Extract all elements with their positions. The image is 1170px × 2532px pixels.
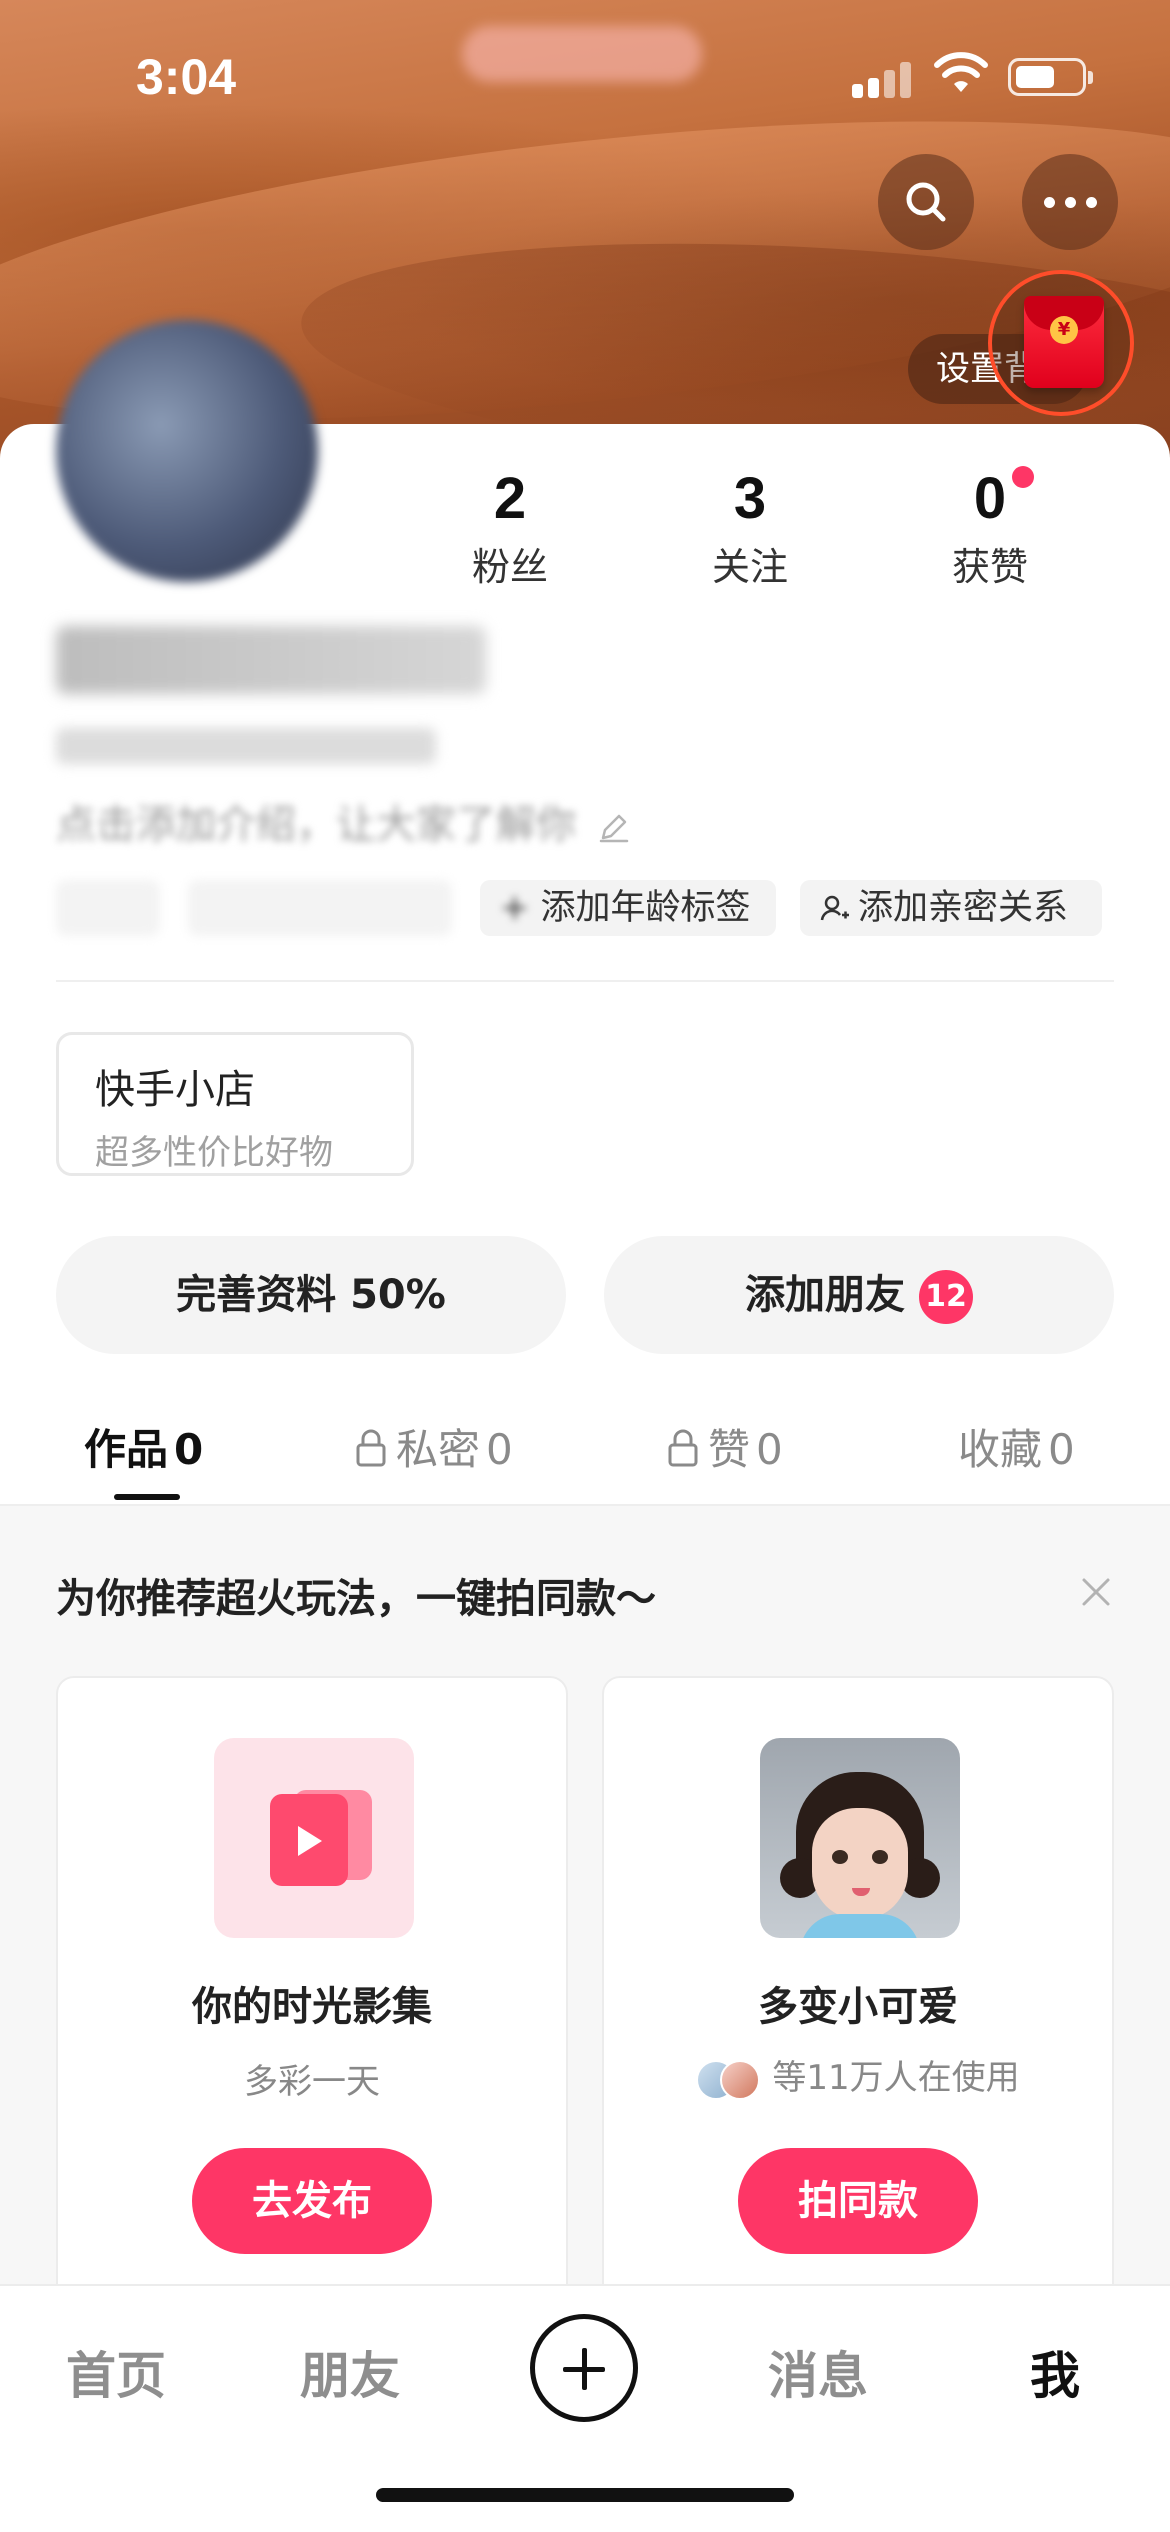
- recommendation-title: 为你推荐超火玩法，一键拍同款～: [56, 1576, 656, 1622]
- recommendation-card[interactable]: 多变小可爱 等11万人在使用 拍同款: [602, 1676, 1114, 2316]
- nav-home[interactable]: 首页: [66, 2336, 166, 2408]
- profile-tag[interactable]: [188, 880, 452, 936]
- lock-icon: [356, 1429, 386, 1467]
- red-packet-icon: ¥: [1024, 296, 1104, 388]
- usage-count: 等11万人在使用: [604, 2050, 1112, 2100]
- section-divider: [56, 980, 1114, 982]
- nav-messages[interactable]: 消息: [768, 2336, 868, 2408]
- tag-label: 添加年龄标签: [540, 888, 751, 928]
- stat-fans[interactable]: 2 粉丝: [440, 464, 580, 591]
- stat-label: 关注: [711, 545, 788, 589]
- tab-label: 赞: [708, 1425, 751, 1474]
- add-relationship-button[interactable]: 添加亲密关系: [800, 880, 1102, 936]
- bio-placeholder[interactable]: 点击添加介绍，让大家了解你: [56, 792, 631, 850]
- add-friends-button[interactable]: 添加朋友 12: [604, 1236, 1114, 1354]
- user-avatar: [720, 2059, 761, 2100]
- stat-value: 3: [733, 466, 767, 531]
- shop-subtitle: 超多性价比好物: [95, 1133, 333, 1173]
- content-tabs: 作品 0 私密 0 赞0 收藏 0: [0, 1416, 1170, 1506]
- add-friends-label: 添加朋友: [745, 1272, 905, 1318]
- tab-favorites[interactable]: 收藏 0: [958, 1416, 1075, 1477]
- tab-private[interactable]: 私密 0: [354, 1416, 513, 1477]
- active-tab-indicator: [114, 1494, 180, 1500]
- tab-label: 私密: [396, 1425, 481, 1474]
- edit-icon: [599, 814, 628, 843]
- battery-icon: [1008, 58, 1093, 96]
- stat-value: 0: [973, 466, 1007, 531]
- play-icon: [298, 1826, 322, 1856]
- shop-title: 快手小店: [95, 1067, 255, 1113]
- profile-id-blurred: [56, 728, 436, 764]
- wifi-icon: [934, 52, 988, 92]
- nav-me[interactable]: 我: [1030, 2336, 1080, 2408]
- tab-count: 0: [486, 1425, 513, 1474]
- more-icon: [1043, 196, 1097, 208]
- nav-friends[interactable]: 朋友: [300, 2336, 400, 2408]
- complete-profile-button[interactable]: 完善资料 50%: [56, 1236, 566, 1354]
- lock-icon: [668, 1429, 698, 1467]
- tag-label: 添加亲密关系: [858, 888, 1069, 928]
- publish-button[interactable]: 去发布: [192, 2148, 432, 2254]
- card-title: 你的时光影集: [192, 1984, 432, 2030]
- plus-icon: +: [500, 888, 541, 928]
- card-title: 多变小可爱: [758, 1984, 958, 2030]
- recommendation-card[interactable]: 你的时光影集 多彩一天 去发布: [56, 1676, 568, 2316]
- tab-count: 0: [756, 1425, 783, 1474]
- notification-dot: [1012, 466, 1034, 488]
- effect-thumbnail: [760, 1738, 960, 1938]
- tab-count: 0: [174, 1425, 204, 1474]
- stat-following[interactable]: 3 关注: [680, 464, 820, 591]
- stat-label: 粉丝: [471, 545, 548, 589]
- tab-count: 0: [1048, 1425, 1075, 1474]
- close-icon[interactable]: [1074, 1570, 1118, 1614]
- status-time: 3:04: [136, 49, 237, 105]
- search-button[interactable]: [878, 154, 974, 250]
- tab-likes[interactable]: 赞0: [666, 1416, 783, 1477]
- avatar[interactable]: [56, 320, 318, 582]
- card-subtitle: 多彩一天: [244, 2062, 380, 2102]
- stat-value: 2: [493, 466, 527, 531]
- home-indicator: [376, 2488, 794, 2502]
- profile-tag[interactable]: [56, 880, 160, 936]
- tab-label: 收藏: [958, 1425, 1043, 1474]
- tab-works[interactable]: 作品 0: [84, 1416, 203, 1477]
- friend-request-badge: 12: [919, 1270, 973, 1324]
- search-icon: [906, 182, 946, 222]
- profile-name-blurred: [56, 626, 486, 694]
- bio-text: 点击添加介绍，让大家了解你: [56, 802, 576, 848]
- dynamic-island-blur: [462, 26, 702, 82]
- stat-label: 获赞: [951, 545, 1028, 589]
- person-add-icon: [820, 895, 849, 921]
- more-button[interactable]: [1022, 154, 1118, 250]
- shoot-same-button[interactable]: 拍同款: [738, 2148, 978, 2254]
- create-post-button[interactable]: [530, 2314, 638, 2422]
- usage-text: 等11万人在使用: [772, 2058, 1020, 2098]
- add-age-tag-button[interactable]: + 添加年龄标签: [480, 880, 776, 936]
- photo-album-thumbnail: [214, 1738, 414, 1938]
- stat-likes[interactable]: 0 获赞: [920, 464, 1060, 591]
- tab-label: 作品: [84, 1425, 169, 1474]
- cellular-signal-icon: [852, 58, 914, 98]
- kuaishou-shop-card[interactable]: 快手小店 超多性价比好物: [56, 1032, 414, 1176]
